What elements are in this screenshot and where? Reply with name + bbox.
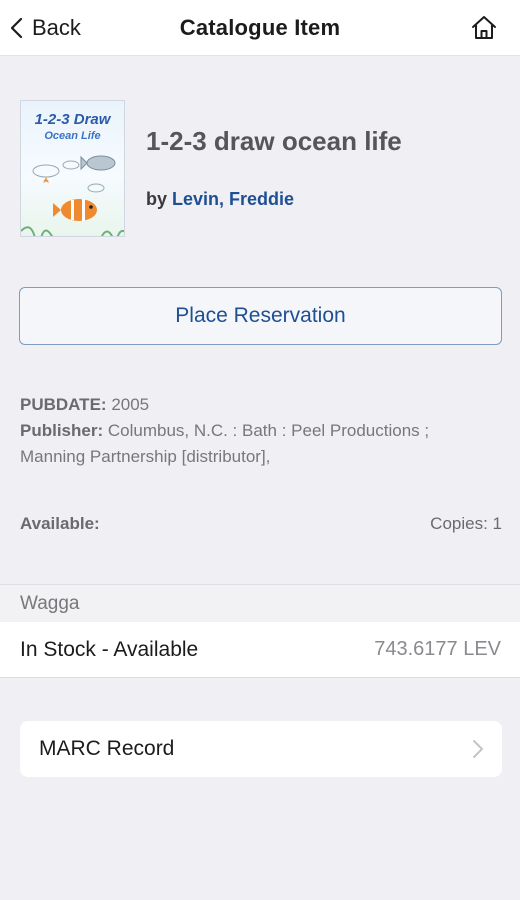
branch-header: Wagga bbox=[0, 584, 520, 622]
place-reservation-button[interactable]: Place Reservation bbox=[19, 287, 502, 345]
cover-title-line1: 1-2-3 Draw bbox=[34, 111, 111, 128]
cover-title-line2: Ocean Life bbox=[44, 130, 101, 142]
author-link[interactable]: Levin, Freddie bbox=[172, 189, 294, 209]
holding-status: In Stock - Available bbox=[20, 637, 199, 661]
available-label: Available: bbox=[20, 514, 100, 533]
pubdate-line: PUBDATE: 2005 bbox=[20, 392, 500, 418]
book-cover-image: 1-2-3 Draw Ocean Life bbox=[20, 100, 125, 237]
publisher-line: Publisher: Columbus, N.C. : Bath : Peel … bbox=[20, 418, 500, 444]
navigation-bar: Back Catalogue Item bbox=[0, 0, 520, 56]
back-label: Back bbox=[32, 15, 81, 40]
availability-row: Available: Copies: 1 bbox=[20, 514, 502, 534]
back-button[interactable]: Back bbox=[8, 0, 81, 56]
item-title: 1-2-3 draw ocean life bbox=[146, 126, 402, 156]
cover-artwork bbox=[21, 155, 124, 236]
pubdate-label: PUBDATE: bbox=[20, 395, 107, 414]
publisher-label: Publisher: bbox=[20, 421, 104, 440]
call-number: 743.6177 LEV bbox=[374, 638, 501, 660]
publisher-value-line1: Columbus, N.C. : Bath : Peel Productions… bbox=[107, 421, 430, 440]
chevron-left-icon bbox=[10, 17, 23, 39]
copies-count: Copies: 1 bbox=[430, 514, 502, 533]
marc-record-button[interactable]: MARC Record bbox=[20, 721, 502, 777]
marc-record-label: MARC Record bbox=[39, 737, 175, 760]
publisher-value-line2: Manning Partnership [distributor], bbox=[20, 447, 271, 466]
author-prefix: by bbox=[146, 189, 168, 209]
page-title: Catalogue Item bbox=[179, 14, 341, 40]
home-icon[interactable] bbox=[470, 14, 498, 42]
item-author-line: by Levin, Freddie bbox=[146, 189, 294, 210]
pubdate-value: 2005 bbox=[111, 395, 150, 414]
chevron-right-icon bbox=[473, 740, 483, 758]
item-metadata: PUBDATE: 2005 Publisher: Columbus, N.C. … bbox=[20, 392, 500, 470]
holding-row: In Stock - Available 743.6177 LEV bbox=[0, 622, 520, 678]
